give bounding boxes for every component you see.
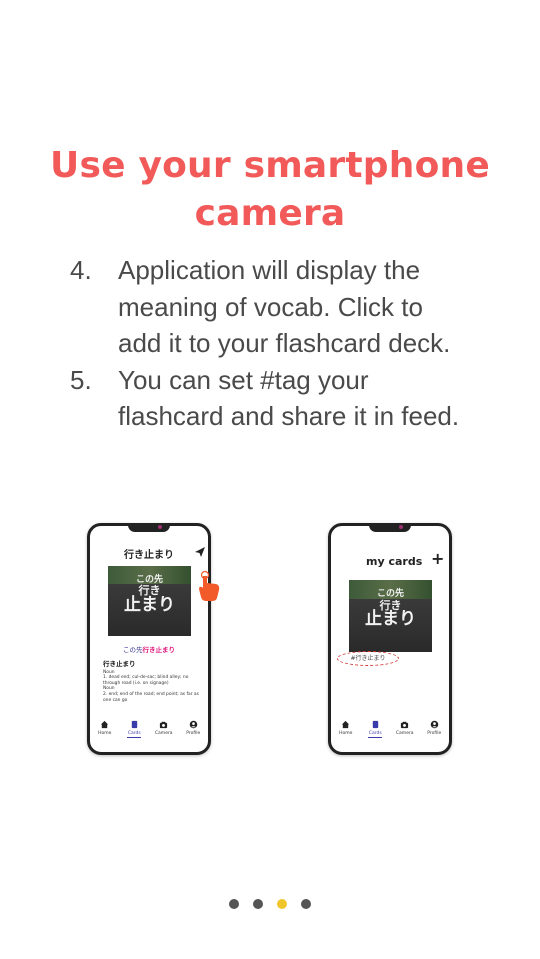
- nav-label: Cards: [368, 731, 382, 736]
- step-line: flashcard and share it in feed.: [118, 401, 460, 431]
- definition-line: 1. dead end; cul-de-sac; blind alley; no…: [103, 675, 189, 686]
- bottom-nav: Home Cards Camera Profile: [90, 720, 208, 742]
- profile-icon: [430, 720, 439, 729]
- nav-label: Profile: [427, 731, 442, 736]
- step-line: meaning of vocab. Click to: [118, 291, 423, 322]
- step-line: You can set #tag your: [118, 364, 369, 395]
- add-card-icon[interactable]: +: [431, 551, 444, 567]
- nav-profile[interactable]: Profile: [181, 720, 205, 742]
- cards-title: my cards: [366, 555, 423, 568]
- instruction-list: 4. Application will display the meaning …: [70, 252, 530, 435]
- title-line-1: Use your smartphone: [50, 145, 490, 187]
- nav-label: Camera: [154, 731, 173, 736]
- instruction-step: 4. Application will display the meaning …: [70, 252, 530, 362]
- step-line: Application will display the: [118, 255, 421, 285]
- sentence-text: この先行き止まり: [90, 644, 208, 654]
- profile-icon: [189, 720, 198, 729]
- definition-panel: 行き止まり Noun 1. dead end; cul-de-sac; blin…: [103, 660, 199, 703]
- nav-home[interactable]: Home: [334, 720, 358, 742]
- camera-icon: [160, 721, 168, 729]
- send-icon[interactable]: [194, 546, 206, 558]
- page-dot[interactable]: [229, 899, 239, 909]
- page-title: Use your smartphone camera: [0, 142, 540, 238]
- title-line-2: camera: [194, 193, 346, 235]
- sign-text: 止まり: [124, 594, 175, 615]
- definition-word: 行き止まり: [103, 660, 136, 668]
- nav-home[interactable]: Home: [93, 720, 117, 742]
- nav-camera[interactable]: Camera: [152, 720, 176, 742]
- nav-cards[interactable]: Cards: [363, 720, 387, 742]
- phone-mockup-my-cards: my cards + この先 行き 止まり #行き止まり Home Cards …: [328, 523, 452, 755]
- phone-mockup-word-detail: 行き止まり この先 行き 止まり この先行き止まり 行き止まり Noun 1. …: [87, 523, 220, 755]
- phone-notch: [369, 523, 411, 532]
- instruction-step: 5. You can set #tag your flashcard and s…: [70, 362, 530, 435]
- home-icon: [101, 720, 109, 729]
- step-line: add it to your flashcard deck.: [118, 328, 451, 358]
- road-photo[interactable]: この先 行き 止まり: [349, 580, 432, 652]
- bottom-nav: Home Cards Camera Profile: [331, 720, 449, 742]
- nav-camera[interactable]: Camera: [393, 720, 417, 742]
- card-tag[interactable]: #行き止まり: [337, 651, 399, 666]
- page-dot[interactable]: [301, 899, 311, 909]
- definition-line: 2. end; end of the road; end point; as f…: [103, 691, 199, 703]
- phone-notch: [128, 523, 170, 532]
- sign-text: 止まり: [365, 609, 416, 630]
- nav-cards[interactable]: Cards: [122, 720, 146, 742]
- nav-label: Camera: [395, 731, 414, 736]
- nav-label: Profile: [186, 731, 201, 736]
- pointing-hand-icon: [199, 570, 220, 601]
- nav-label: Cards: [127, 731, 141, 736]
- road-photo: この先 行き 止まり: [108, 566, 191, 636]
- step-number: 5.: [70, 364, 92, 395]
- word-title: 行き止まり: [124, 550, 174, 561]
- sentence-prefix: この先: [123, 646, 143, 654]
- cards-icon: [131, 720, 137, 729]
- step-number: 4.: [70, 255, 92, 285]
- nav-label: Home: [98, 731, 112, 736]
- nav-profile[interactable]: Profile: [422, 720, 446, 742]
- camera-icon: [401, 721, 409, 729]
- page-dot-active[interactable]: [277, 899, 287, 909]
- nav-label: Home: [339, 731, 353, 736]
- page-indicator: [229, 899, 311, 909]
- cards-icon: [372, 720, 378, 729]
- sentence-highlight[interactable]: 行き止まり: [143, 646, 176, 654]
- page-dot[interactable]: [253, 899, 263, 909]
- home-icon: [342, 720, 350, 729]
